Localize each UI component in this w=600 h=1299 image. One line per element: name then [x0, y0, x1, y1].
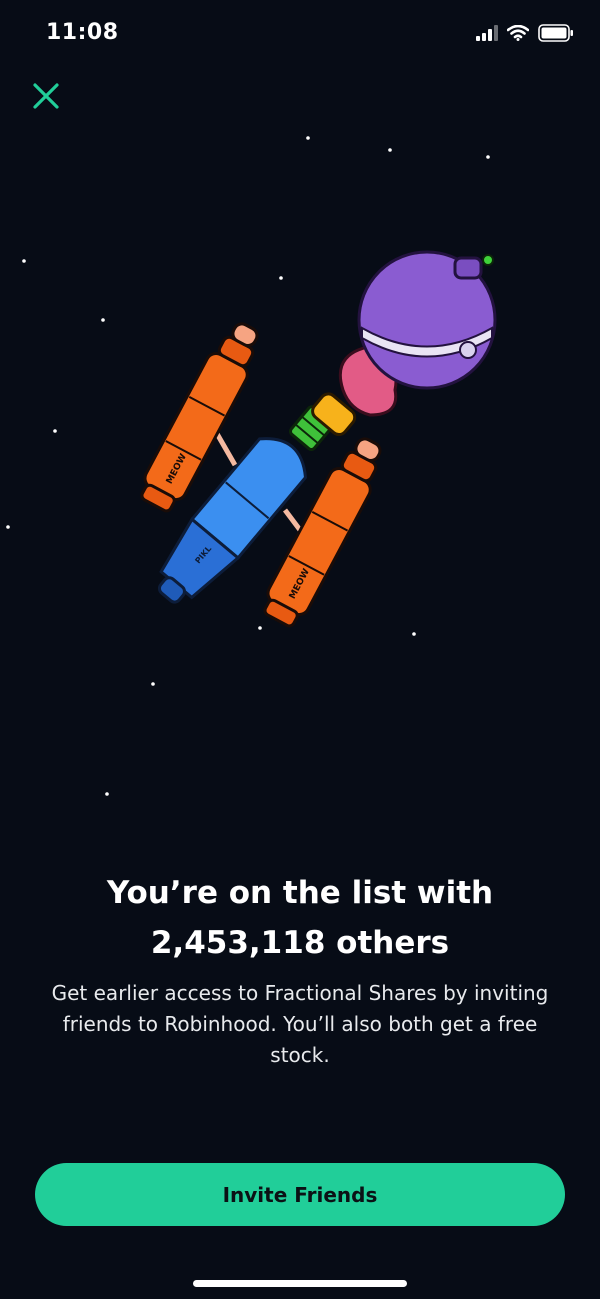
purple-sphere	[357, 250, 497, 390]
headline-line-2: 2,453,118 others	[150, 925, 450, 961]
home-indicator[interactable]	[193, 1280, 407, 1287]
rocket-illustration: MEOW MEOW PIKL	[140, 250, 497, 628]
headline: You’re on the list with 2,453,118 others	[0, 868, 600, 968]
headline-line-1: You’re on the list with	[106, 875, 494, 911]
description: Get earlier access to Fractional Shares …	[40, 978, 560, 1071]
description-line-2: friends to Robinhood. You’ll also both g…	[62, 1012, 538, 1036]
description-line-3: stock.	[270, 1043, 330, 1067]
invite-friends-button[interactable]: Invite Friends	[35, 1163, 565, 1226]
description-line-1: Get earlier access to Fractional Shares …	[51, 981, 549, 1005]
